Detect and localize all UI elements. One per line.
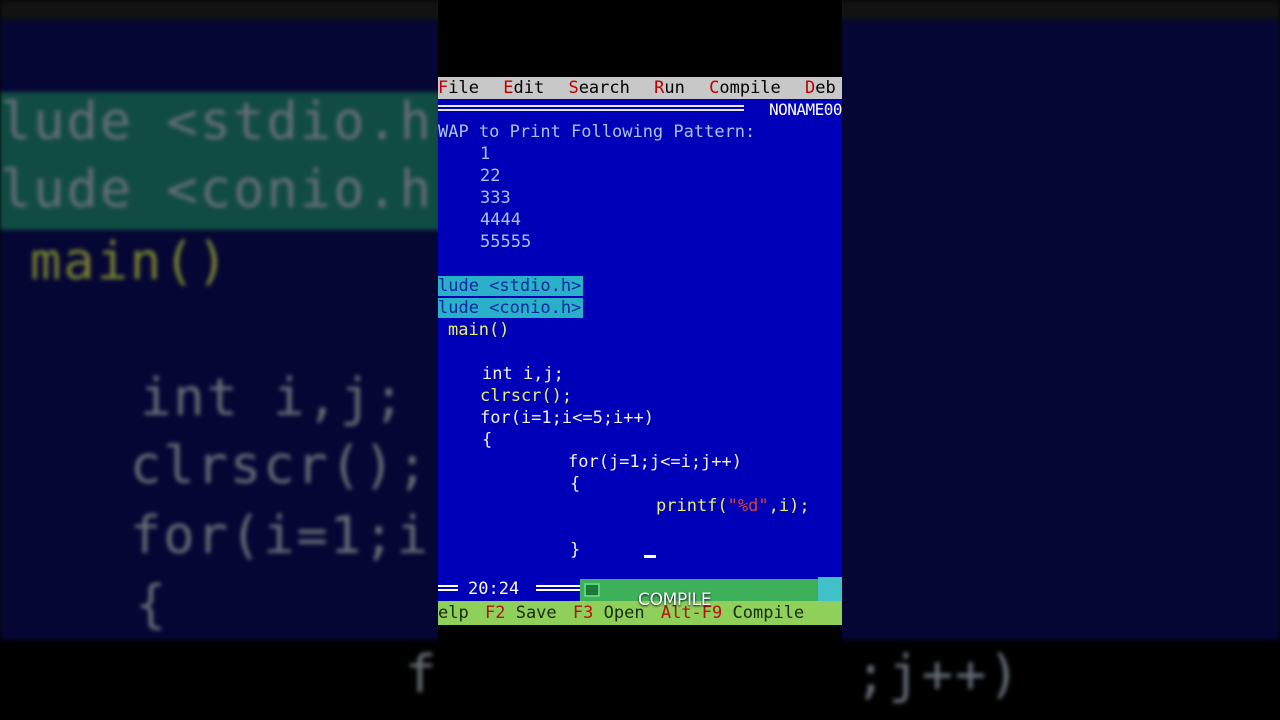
menu-label: ile: [448, 78, 479, 98]
help-label: elp: [438, 603, 469, 623]
background-line: lude <conio.h: [0, 160, 433, 220]
background-line: main(): [30, 232, 230, 292]
menu-hotkey: R: [654, 78, 665, 98]
main-line: main(): [448, 320, 510, 340]
help-item[interactable]: elp: [438, 603, 469, 623]
background-line: int i,j;: [140, 368, 407, 428]
scrollbar-thumb[interactable]: [584, 583, 600, 597]
title-double-rule: [438, 105, 744, 111]
menu-hotkey: S: [568, 78, 579, 98]
include-line: lude <stdio.h>: [438, 275, 584, 297]
help-label: Compile: [732, 603, 805, 623]
printf-call: printf(: [656, 496, 728, 516]
background-line: ;j++): [855, 645, 1022, 705]
outer-for-line: for(i=1;i<=5;i++): [480, 408, 654, 428]
status-double-rule: [438, 585, 458, 591]
help-label: Save: [515, 603, 557, 623]
inner-brace-close: }: [570, 540, 581, 560]
inner-brace-open: {: [570, 474, 581, 494]
background-line: for(i=1;i: [130, 506, 430, 566]
pattern-line: 55555: [480, 232, 532, 252]
menu-file[interactable]: File: [438, 77, 479, 99]
help-key: F2: [484, 603, 506, 623]
inner-for-line: for(j=1;j<=i;j++): [568, 452, 742, 472]
comment-line: WAP to Print Following Pattern:: [438, 122, 756, 142]
menu-label: eb: [815, 78, 836, 98]
file-name: NONAME00: [768, 100, 842, 119]
status-double-rule: [536, 585, 580, 591]
selected-text: lude <stdio.h>: [438, 276, 584, 296]
video-frame: File Edit Search Run Compile Deb NONAME0…: [438, 0, 842, 720]
cursor-position: 20:24: [468, 579, 520, 599]
menu-hotkey: C: [709, 78, 720, 98]
menu-hotkey: E: [503, 78, 514, 98]
background-line: f: [405, 645, 439, 705]
pattern-line: 22: [480, 166, 501, 186]
menu-run[interactable]: Run: [654, 77, 685, 99]
pattern-line: 333: [480, 188, 511, 208]
background-line: {: [135, 575, 169, 635]
video-caption: COMPILE: [638, 590, 712, 610]
background-line: lude <stdio.h: [0, 92, 433, 152]
menu-label: earch: [578, 78, 630, 98]
menu-hotkey: D: [805, 78, 816, 98]
menu-label: un: [664, 78, 685, 98]
background-line: clrscr();: [130, 436, 430, 496]
selected-text: lude <conio.h>: [438, 298, 584, 318]
pattern-line: 1: [480, 144, 491, 164]
menu-hotkey: F: [438, 78, 449, 98]
printf-line: printf("%d",i);: [656, 495, 810, 517]
menu-bar: File Edit Search Run Compile Deb: [438, 77, 842, 99]
scrollbar-corner: [818, 577, 842, 601]
menu-label: dit: [513, 78, 545, 98]
menu-search[interactable]: Search: [568, 77, 629, 99]
outer-brace-open: {: [482, 430, 493, 450]
format-string: "%d": [727, 496, 769, 516]
declaration-line: int i,j;: [482, 364, 564, 384]
clrscr-line: clrscr();: [480, 386, 573, 406]
help-item-save[interactable]: F2 Save: [485, 603, 557, 623]
printf-args: ,i);: [768, 496, 810, 516]
include-line: lude <conio.h>: [438, 297, 584, 319]
editor-window[interactable]: NONAME00 WAP to Print Following Pattern:…: [438, 99, 842, 577]
editor-titlebar: NONAME00: [438, 99, 842, 121]
menu-label: ompile: [719, 78, 781, 98]
help-item-open[interactable]: F3 Open: [573, 603, 645, 623]
pattern-line: 4444: [480, 210, 521, 230]
menu-debug[interactable]: Deb: [805, 77, 836, 99]
menu-edit[interactable]: Edit: [503, 77, 544, 99]
help-key: F3: [572, 603, 594, 623]
text-cursor: [644, 555, 656, 558]
menu-compile[interactable]: Compile: [709, 77, 781, 99]
